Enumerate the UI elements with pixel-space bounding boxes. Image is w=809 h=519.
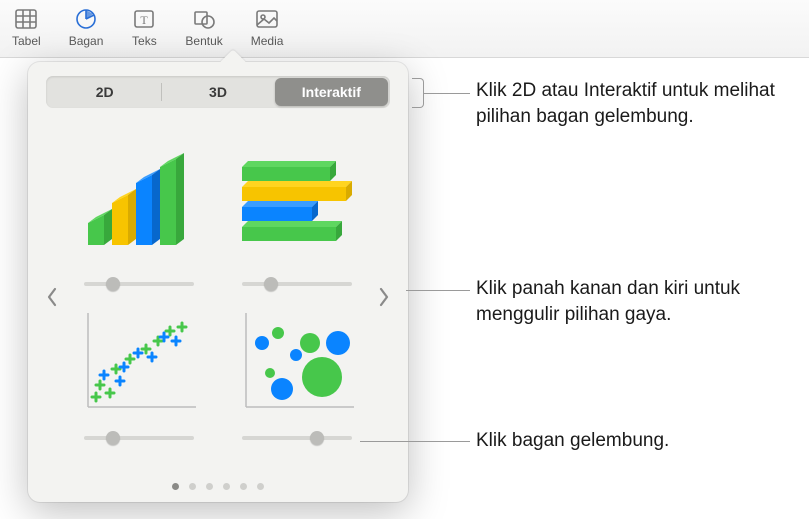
nav-left-arrow[interactable] xyxy=(40,267,64,327)
page-dot[interactable] xyxy=(223,483,230,490)
chart-grid xyxy=(64,145,372,449)
style-slider[interactable] xyxy=(242,277,352,291)
bubble-chart-thumb xyxy=(232,303,362,423)
tab-interactive[interactable]: Interaktif xyxy=(275,78,388,106)
chart-picker-popover: 2D 3D Interaktif xyxy=(28,62,408,502)
toolbar-item-chart[interactable]: Bagan xyxy=(69,6,104,48)
scatter-chart-thumb xyxy=(74,303,204,423)
toolbar-item-text[interactable]: T Teks xyxy=(131,6,157,48)
chart-option-column[interactable] xyxy=(68,149,210,291)
callout-tabs: Klik 2D atau Interaktif untuk melihat pi… xyxy=(476,78,776,129)
style-slider[interactable] xyxy=(84,277,194,291)
page-dot[interactable] xyxy=(206,483,213,490)
nav-right-arrow[interactable] xyxy=(372,267,396,327)
toolbar: Tabel Bagan T Teks xyxy=(0,0,809,58)
chart-option-bubble[interactable] xyxy=(226,303,368,445)
page-dot[interactable] xyxy=(257,483,264,490)
callout-bubble: Klik bagan gelembung. xyxy=(476,428,796,454)
toolbar-item-shape[interactable]: Bentuk xyxy=(185,6,222,48)
page-dot[interactable] xyxy=(189,483,196,490)
pie-chart-icon xyxy=(73,6,99,32)
page-dot[interactable] xyxy=(172,483,179,490)
toolbar-item-media[interactable]: Media xyxy=(251,6,284,48)
toolbar-label: Bagan xyxy=(69,34,104,48)
bar-chart-thumb xyxy=(232,149,362,269)
callout-line xyxy=(406,290,470,291)
callout-line xyxy=(424,93,470,94)
text-icon: T xyxy=(131,6,157,32)
style-slider[interactable] xyxy=(242,431,352,445)
toolbar-item-table[interactable]: Tabel xyxy=(12,6,41,48)
toolbar-label: Media xyxy=(251,34,284,48)
tab-2d[interactable]: 2D xyxy=(48,78,161,106)
page-dot[interactable] xyxy=(240,483,247,490)
chart-option-scatter[interactable] xyxy=(68,303,210,445)
callout-arrows: Klik panah kanan dan kiri untuk mengguli… xyxy=(476,276,776,327)
chart-grid-area xyxy=(40,116,396,477)
chart-type-segmented: 2D 3D Interaktif xyxy=(46,76,390,108)
column-chart-thumb xyxy=(74,149,204,269)
toolbar-label: Tabel xyxy=(12,34,41,48)
media-icon xyxy=(254,6,280,32)
callout-bracket xyxy=(412,78,424,108)
svg-text:T: T xyxy=(141,13,149,27)
toolbar-label: Bentuk xyxy=(185,34,222,48)
toolbar-label: Teks xyxy=(132,34,157,48)
shape-icon xyxy=(191,6,217,32)
table-icon xyxy=(13,6,39,32)
chart-option-bar[interactable] xyxy=(226,149,368,291)
page-dots xyxy=(40,477,396,492)
tab-3d[interactable]: 3D xyxy=(161,78,274,106)
style-slider[interactable] xyxy=(84,431,194,445)
callout-line xyxy=(360,441,470,442)
